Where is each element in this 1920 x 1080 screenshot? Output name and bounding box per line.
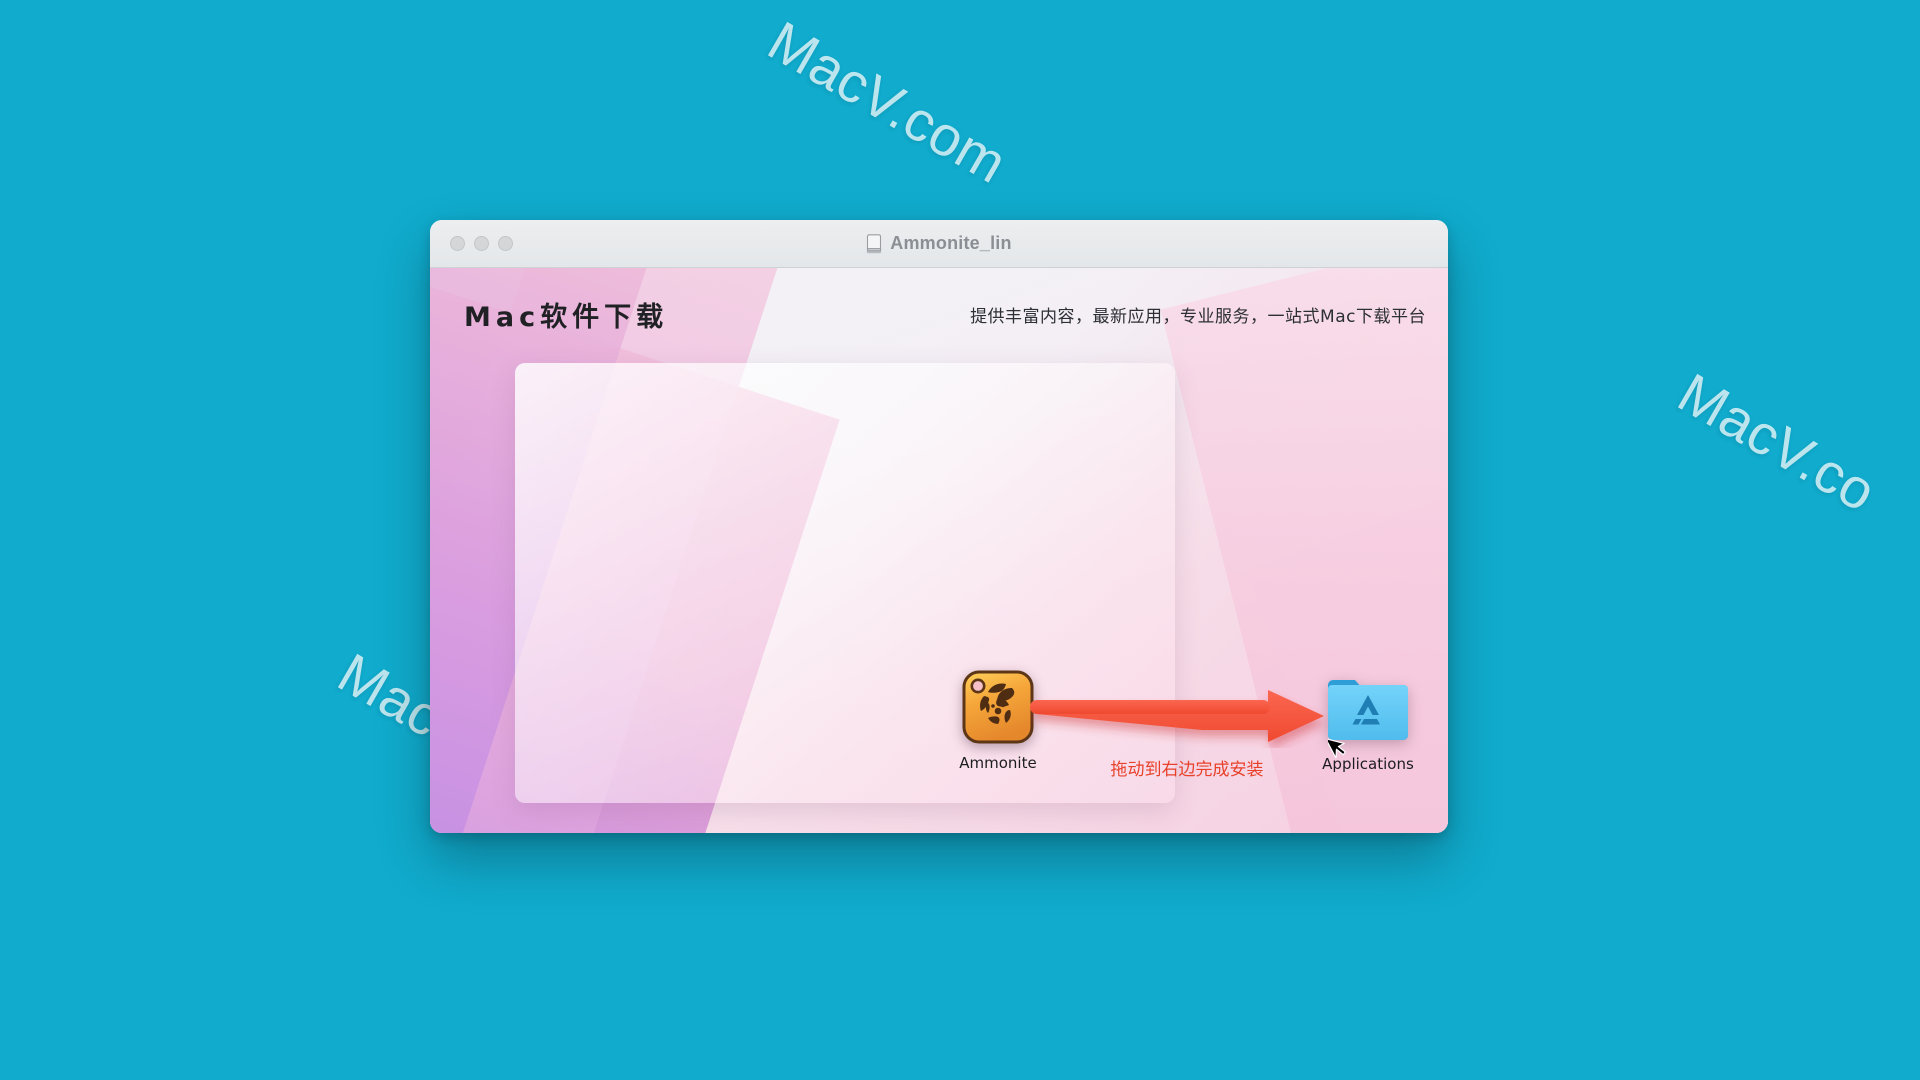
- pointer-arrow-cursor: [1328, 737, 1346, 758]
- dmg-installer-window: Ammonite_lin Mac软件下载 提供丰富内容，最新应用，专业服务，一站…: [430, 220, 1448, 833]
- ammonite-app-icon[interactable]: [962, 670, 1034, 744]
- drag-hint-text: 拖动到右边完成安装: [1110, 760, 1264, 780]
- watermark-right: MacV.co: [1668, 360, 1887, 524]
- desktop-background: MacV.com MacV.co MacV.com Ammonite_lin: [0, 0, 1920, 1080]
- traffic-light-group: [450, 236, 513, 251]
- install-content-layer: Ammonite Applications 拖动到右边完成安装: [430, 268, 1448, 833]
- drag-arrow-icon: [1030, 690, 1324, 742]
- watermark-top: MacV.com: [758, 8, 1018, 196]
- window-title-group: Ammonite_lin: [430, 233, 1448, 254]
- dmg-window-body: Mac软件下载 提供丰富内容，最新应用，专业服务，一站式Mac下载平台 Ammo…: [430, 268, 1448, 833]
- disk-image-icon: [867, 233, 882, 253]
- window-titlebar[interactable]: Ammonite_lin: [430, 220, 1448, 268]
- minimize-button[interactable]: [474, 236, 489, 251]
- app-icon-label: Ammonite: [959, 754, 1037, 772]
- window-title: Ammonite_lin: [890, 233, 1012, 253]
- close-button[interactable]: [450, 236, 465, 251]
- zoom-button[interactable]: [498, 236, 513, 251]
